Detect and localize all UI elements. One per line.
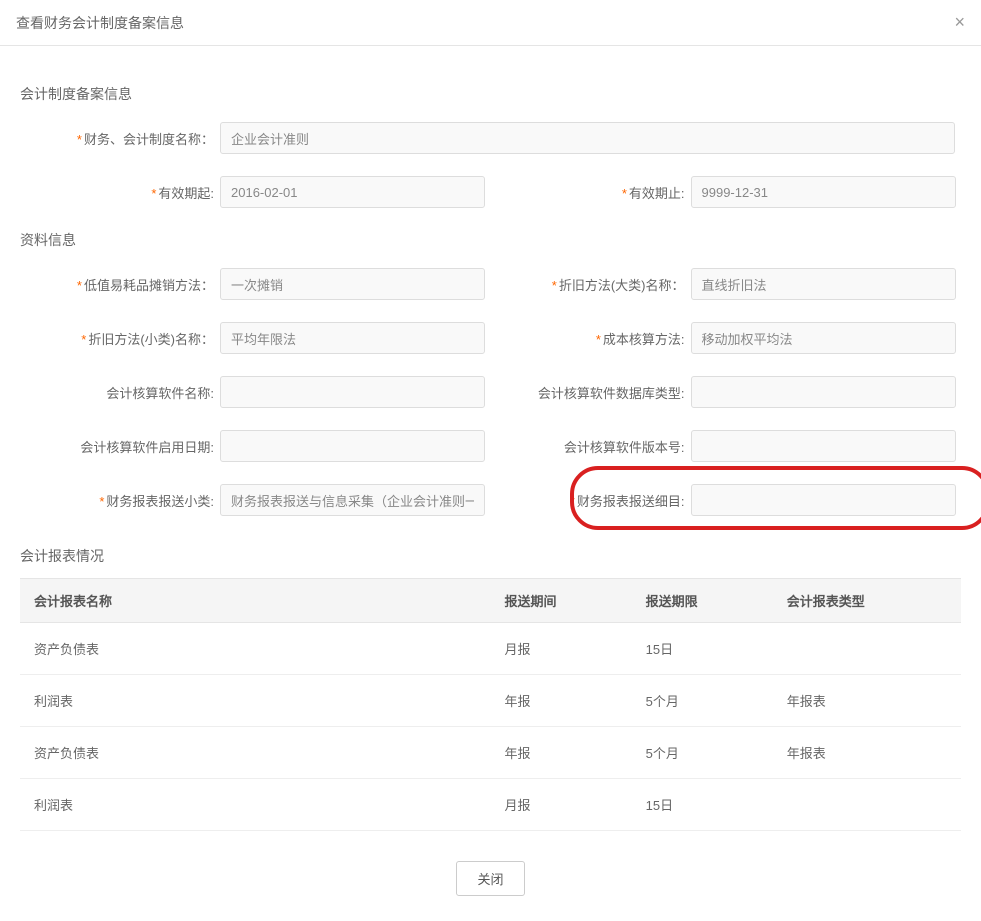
input-valid-to[interactable] [691,176,956,208]
input-version[interactable] [691,430,956,462]
close-icon[interactable]: × [954,12,965,33]
col-period: 报送期间 [491,579,632,623]
table-cell: 月报 [491,779,632,831]
label-valid-from: 有效期起: [20,183,220,202]
label-report-sub: 财务报表报送小类: [20,491,220,510]
table-cell: 年报 [491,675,632,727]
table-row: 资产负债表月报15日 [20,623,961,675]
table-cell [773,779,961,831]
dialog-header: 查看财务会计制度备案信息 × [0,0,981,46]
table-row: 资产负债表年报5个月年报表 [20,727,961,779]
input-low-value[interactable] [220,268,485,300]
col-deadline: 报送期限 [632,579,773,623]
input-report-sub[interactable] [220,484,485,516]
label-software-name: 会计核算软件名称: [20,383,220,402]
label-report-detail: 财务报表报送细目: [491,491,691,510]
label-version: 会计核算软件版本号: [491,437,691,456]
section-filing-info-title: 会计制度备案信息 [20,84,961,104]
input-system-name[interactable] [220,122,955,154]
table-cell: 利润表 [20,675,491,727]
table-cell: 资产负债表 [20,623,491,675]
table-row: 利润表月报15日 [20,779,961,831]
table-cell: 年报表 [773,727,961,779]
table-cell: 年报表 [773,675,961,727]
table-cell: 月报 [491,623,632,675]
col-report-name: 会计报表名称 [20,579,491,623]
label-depr-major: 折旧方法(大类)名称： [491,275,691,294]
label-enable-date: 会计核算软件启用日期: [20,437,220,456]
input-software-name[interactable] [220,376,485,408]
label-db-type: 会计核算软件数据库类型: [491,383,691,402]
label-valid-to: 有效期止: [491,183,691,202]
table-cell: 年报 [491,727,632,779]
input-depr-minor[interactable] [220,322,485,354]
table-cell: 15日 [632,623,773,675]
table-cell [773,623,961,675]
table-cell: 资产负债表 [20,727,491,779]
dialog-footer: 关闭 [0,841,981,921]
section-report-status-title: 会计报表情况 [20,546,961,566]
label-depr-minor: 折旧方法(小类)名称： [20,329,220,348]
input-cost-method[interactable] [691,322,956,354]
dialog-title: 查看财务会计制度备案信息 [16,13,184,33]
label-low-value: 低值易耗品摊销方法： [20,275,220,294]
input-depr-major[interactable] [691,268,956,300]
label-system-name: 财务、会计制度名称： [20,129,220,148]
section-material-info-title: 资料信息 [20,230,961,250]
input-enable-date[interactable] [220,430,485,462]
table-cell: 15日 [632,779,773,831]
table-cell: 5个月 [632,727,773,779]
input-report-detail[interactable] [691,484,956,516]
label-cost-method: 成本核算方法: [491,329,691,348]
col-type: 会计报表类型 [773,579,961,623]
table-row: 利润表年报5个月年报表 [20,675,961,727]
input-db-type[interactable] [691,376,956,408]
table-cell: 利润表 [20,779,491,831]
report-table: 会计报表名称 报送期间 报送期限 会计报表类型 资产负债表月报15日利润表年报5… [20,578,961,831]
table-cell: 5个月 [632,675,773,727]
dialog-content: 会计制度备案信息 财务、会计制度名称： 有效期起: 有效期止: 资料信息 低值易… [0,46,981,841]
input-valid-from[interactable] [220,176,485,208]
